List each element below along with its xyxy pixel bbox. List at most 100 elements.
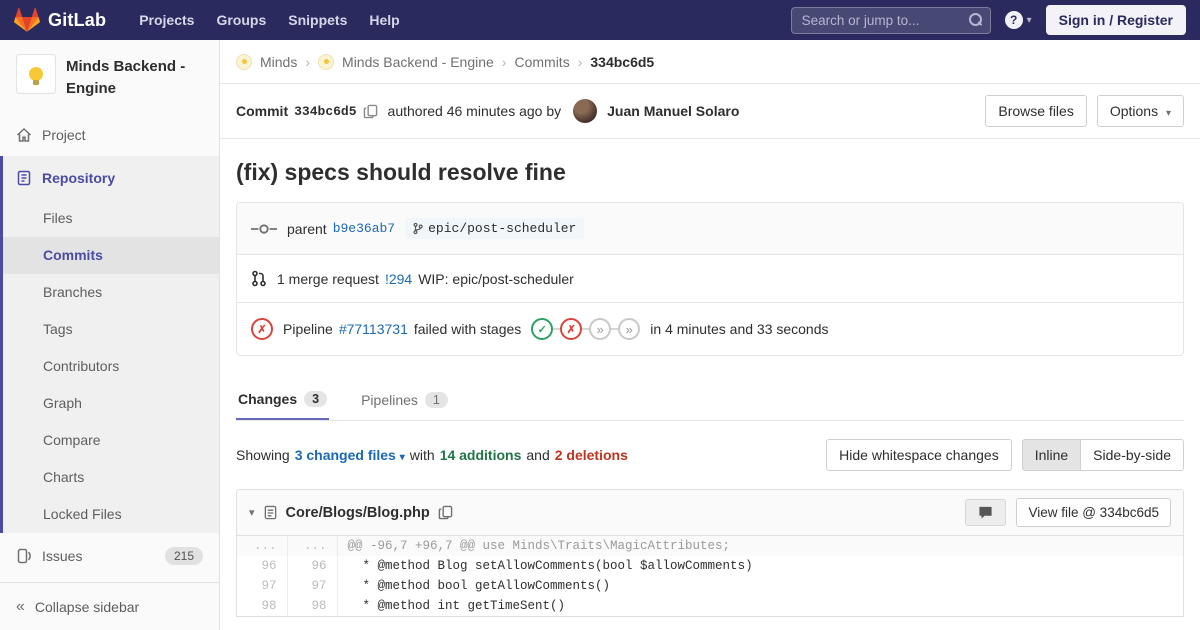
pipeline-row: ✗ Pipeline #77113731 failed with stages … <box>237 302 1183 355</box>
new-line-number[interactable]: 97 <box>287 576 338 596</box>
tab-changes[interactable]: Changes 3 <box>236 378 330 420</box>
diff-file-card: ▾ Core/Blogs/Blog.php View file @ 334bc6… <box>236 489 1184 617</box>
project-mini-avatar <box>318 53 335 70</box>
parent-row: parent b9e36ab7 epic/post-scheduler <box>237 203 1183 254</box>
stage-failed-icon[interactable]: ✗ <box>560 318 583 340</box>
sidebar-item-tags[interactable]: Tags <box>3 311 219 348</box>
breadcrumb-separator: › <box>501 53 507 70</box>
copy-sha-icon[interactable] <box>363 104 378 119</box>
copy-path-icon[interactable] <box>438 505 453 520</box>
with-text: with <box>409 447 435 463</box>
caret-down-icon: ▾ <box>399 452 405 463</box>
file-path[interactable]: Core/Blogs/Blog.php <box>286 505 430 521</box>
pipeline-link[interactable]: #77113731 <box>339 321 408 337</box>
gitlab-logo[interactable]: GitLab <box>14 7 106 33</box>
collapse-sidebar-button[interactable]: « Collapse sidebar <box>0 582 219 630</box>
changes-count-badge: 3 <box>304 391 328 407</box>
group-avatar <box>236 53 252 70</box>
tab-label: Pipelines <box>361 392 418 408</box>
comment-bubble-icon <box>979 506 993 519</box>
old-line-number[interactable]: 97 <box>237 576 288 596</box>
branch-name: epic/post-scheduler <box>428 221 577 236</box>
breadcrumb-project[interactable]: Minds Backend - Engine <box>342 54 494 70</box>
breadcrumb-separator: › <box>305 53 311 70</box>
project-context[interactable]: Minds Backend - Engine <box>0 40 219 114</box>
mr-title: WIP: epic/post-scheduler <box>418 270 574 287</box>
pipeline-label: Pipeline <box>283 321 333 337</box>
sidebar-item-compare[interactable]: Compare <box>3 422 219 459</box>
sidebar-item-label: Repository <box>42 169 116 186</box>
breadcrumb-commits[interactable]: Commits <box>514 54 569 70</box>
stage-skipped-icon[interactable]: » <box>589 318 612 340</box>
toggle-comments-button[interactable] <box>965 499 1007 526</box>
main-nav: Projects Groups Snippets Help <box>128 0 411 40</box>
sidebar-item-graph[interactable]: Graph <box>3 385 219 422</box>
main-content: Minds › Minds Backend - Engine › Commits… <box>220 0 1200 617</box>
search-input[interactable] <box>790 6 991 34</box>
diff-line-row: 96 96 * @method Blog setAllowComments(bo… <box>237 556 1183 576</box>
nav-projects[interactable]: Projects <box>128 0 205 40</box>
breadcrumb-group[interactable]: Minds <box>260 54 297 70</box>
changed-files-dropdown[interactable]: 3 changed files ▾ <box>295 447 405 463</box>
nav-groups[interactable]: Groups <box>205 0 277 40</box>
sidebar-item-charts[interactable]: Charts <box>3 459 219 496</box>
left-sidebar: Minds Backend - Engine Project Repositor… <box>0 40 220 630</box>
pipeline-failed-icon[interactable]: ✗ <box>251 318 273 340</box>
inline-view-button[interactable]: Inline <box>1021 439 1082 471</box>
sidebar-item-files[interactable]: Files <box>3 200 219 237</box>
help-icon: ? <box>1004 11 1023 29</box>
options-dropdown-button[interactable]: Options ▾ <box>1096 95 1184 127</box>
stage-passed-icon[interactable]: ✓ <box>531 318 554 340</box>
changed-files-label: 3 changed files <box>294 447 396 463</box>
author-name[interactable]: Juan Manuel Solaro <box>607 103 739 119</box>
nav-help[interactable]: Help <box>358 0 410 40</box>
sidebar-item-contributors[interactable]: Contributors <box>3 348 219 385</box>
lightbulb-icon <box>29 67 43 85</box>
project-title: Minds Backend - Engine <box>66 58 186 97</box>
stage-connector <box>611 328 619 330</box>
new-line-number: ... <box>287 536 338 556</box>
sidebar-item-issues[interactable]: Issues 215 <box>0 533 219 579</box>
breadcrumb-current-sha: 334bc6d5 <box>590 53 655 70</box>
document-icon <box>17 170 31 185</box>
collapse-file-caret-icon[interactable]: ▾ <box>249 506 255 519</box>
new-line-number[interactable]: 96 <box>287 556 338 576</box>
additions-count: 14 additions <box>439 447 522 463</box>
mr-link[interactable]: !294 <box>385 271 412 287</box>
commit-label: Commit <box>236 103 289 119</box>
merge-request-row: 1 merge request !294 WIP: epic/post-sche… <box>237 254 1183 302</box>
browse-files-button[interactable]: Browse files <box>985 95 1087 127</box>
home-icon <box>16 127 32 142</box>
mr-count-text: 1 merge request <box>277 270 379 287</box>
help-menu[interactable]: ? ▾ <box>1004 11 1032 29</box>
stage-skipped-icon[interactable]: » <box>618 318 641 340</box>
diff-line-content: * @method Blog setAllowComments(bool $al… <box>347 559 753 573</box>
new-line-number[interactable]: 98 <box>287 596 338 616</box>
sidebar-item-commits[interactable]: Commits <box>3 236 219 274</box>
issues-icon <box>17 548 31 563</box>
old-line-number[interactable]: 96 <box>237 556 288 576</box>
parent-sha-link[interactable]: b9e36ab7 <box>333 221 395 236</box>
sign-in-button[interactable]: Sign in / Register <box>1045 5 1186 35</box>
side-by-side-view-button[interactable]: Side-by-side <box>1081 439 1184 471</box>
view-file-button[interactable]: View file @ 334bc6d5 <box>1016 498 1171 527</box>
nav-snippets[interactable]: Snippets <box>277 0 358 40</box>
author-avatar[interactable] <box>573 99 598 123</box>
file-icon <box>264 505 276 520</box>
sidebar-item-project[interactable]: Project <box>0 114 219 156</box>
search-icon[interactable] <box>968 12 982 26</box>
collapse-icon: « <box>16 597 25 615</box>
sidebar-item-locked-files[interactable]: Locked Files <box>3 496 219 533</box>
gitlab-tanuki-icon <box>14 7 40 32</box>
old-line-number[interactable]: 98 <box>237 596 288 616</box>
pipeline-duration: in 4 minutes and 33 seconds <box>650 321 829 337</box>
sidebar-item-branches[interactable]: Branches <box>3 274 219 311</box>
tab-label: Changes <box>238 391 298 407</box>
tab-pipelines[interactable]: Pipelines 1 <box>359 378 450 420</box>
hide-whitespace-button[interactable]: Hide whitespace changes <box>826 439 1012 471</box>
diff-file-header: ▾ Core/Blogs/Blog.php View file @ 334bc6… <box>237 490 1183 536</box>
branch-pill[interactable]: epic/post-scheduler <box>405 218 585 239</box>
issues-count-badge: 215 <box>164 546 203 565</box>
breadcrumb: Minds › Minds Backend - Engine › Commits… <box>220 40 1200 84</box>
sidebar-item-repository[interactable]: Repository <box>3 156 219 200</box>
